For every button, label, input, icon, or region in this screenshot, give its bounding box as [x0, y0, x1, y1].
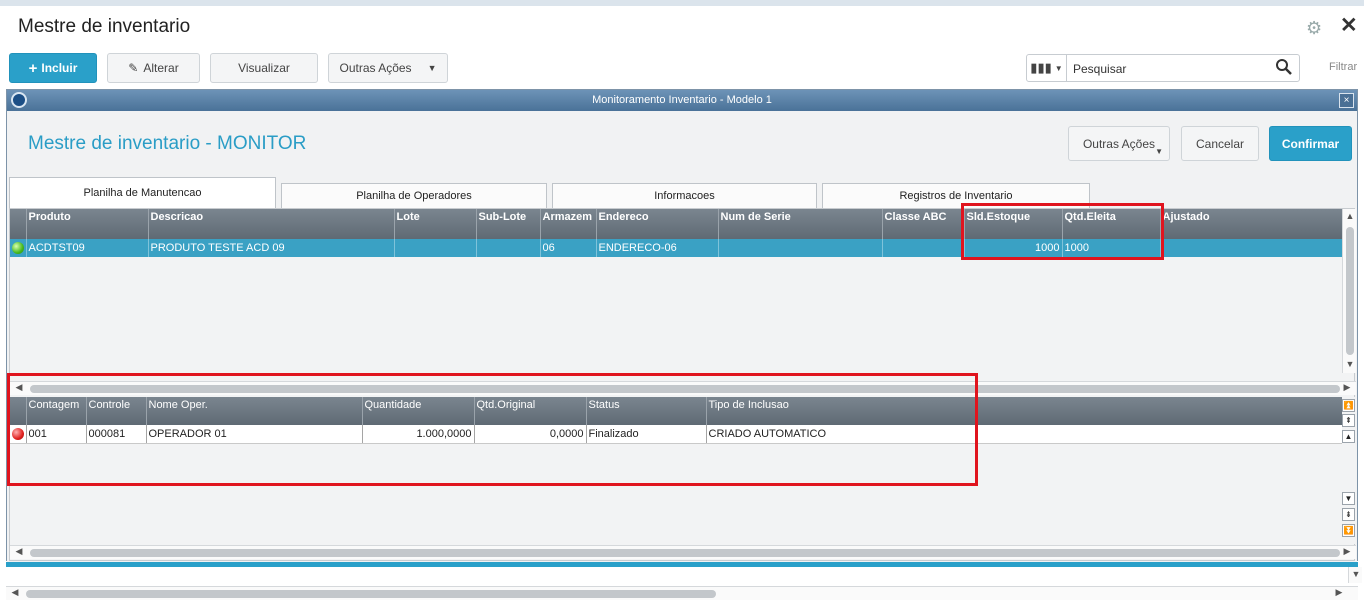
table-cell[interactable]	[476, 239, 541, 257]
incluir-button[interactable]: + Incluir	[9, 53, 97, 83]
scroll-down-icon[interactable]: ▼	[1349, 569, 1363, 579]
cancelar-label: Cancelar	[1195, 136, 1245, 151]
dialog-window-title: Monitoramento Inventario - Modelo 1	[592, 94, 772, 106]
visualizar-button[interactable]: Visualizar	[210, 53, 318, 83]
table-cell[interactable]	[718, 239, 883, 257]
pencil-icon: ✎	[128, 61, 139, 75]
scroll-left-icon[interactable]: ◀	[8, 587, 22, 598]
search-input[interactable]: ▮▮▮ ▼ Pesquisar	[1026, 54, 1300, 82]
dialog-body: Mestre de inventario - MONITOR Outras Aç…	[7, 111, 1357, 562]
tab-label: Registros de Inventario	[899, 190, 1013, 202]
table-cell[interactable]	[394, 239, 477, 257]
table-cell[interactable]	[1160, 239, 1343, 257]
table-cell[interactable]: PRODUTO TESTE ACD 09	[148, 239, 395, 257]
column-header[interactable]: Ajustado	[1160, 209, 1343, 239]
tab-planilha-operadores[interactable]: Planilha de Operadores	[281, 183, 547, 208]
gear-icon[interactable]: ⚙	[1306, 18, 1322, 39]
tab-label: Informacoes	[654, 190, 715, 202]
column-header[interactable]: Lote	[394, 209, 477, 239]
last-record-icon[interactable]: ⏬	[1342, 524, 1355, 537]
page-down-icon[interactable]: ⇟	[1342, 508, 1355, 521]
table-cell[interactable]: ENDERECO-06	[596, 239, 719, 257]
top-grid-vertical-scrollbar[interactable]: ▲ ▼	[1342, 209, 1356, 373]
column-header[interactable]: Armazem	[540, 209, 597, 239]
alterar-label: Alterar	[143, 61, 179, 75]
scroll-up-icon[interactable]: ▲	[1343, 211, 1357, 221]
first-record-icon[interactable]: ⏫	[1342, 399, 1355, 412]
table-cell[interactable]	[882, 239, 965, 257]
next-record-icon[interactable]: ▼	[1342, 492, 1355, 505]
columns-icon[interactable]: ▮▮▮ ▼	[1027, 55, 1067, 81]
scroll-right-icon[interactable]: ▶	[1340, 546, 1354, 557]
dialog-close-icon[interactable]: ×	[1339, 93, 1354, 108]
bottom-grid-horizontal-scrollbar[interactable]: ◀ ▶	[10, 545, 1356, 559]
column-header[interactable]: Endereco	[596, 209, 719, 239]
column-header[interactable]: Descricao	[148, 209, 395, 239]
scroll-thumb[interactable]	[1346, 227, 1354, 355]
green-status-icon	[12, 242, 24, 255]
dialog-titlebar: Monitoramento Inventario - Modelo 1 ×	[7, 90, 1357, 111]
cancelar-button[interactable]: Cancelar	[1181, 126, 1259, 161]
highlight-box-operators-grid	[7, 373, 978, 486]
tab-planilha-manutencao[interactable]: Planilha de Manutencao	[9, 177, 276, 208]
dialog-outras-acoes-button[interactable]: Outras Ações ▼	[1068, 126, 1170, 161]
app-logo-icon	[11, 92, 27, 108]
status-cell	[10, 239, 27, 257]
monitor-dialog: Monitoramento Inventario - Modelo 1 × Me…	[6, 89, 1358, 562]
table-cell[interactable]: 06	[540, 239, 597, 257]
column-status	[10, 209, 27, 239]
page-horizontal-scrollbar[interactable]: ◀ ▶	[6, 586, 1358, 600]
caret-down-icon: ▼	[1155, 147, 1163, 156]
tab-label: Planilha de Manutencao	[83, 187, 202, 199]
tab-label: Planilha de Operadores	[356, 190, 472, 202]
dialog-outras-acoes-label: Outras Ações	[1082, 136, 1156, 151]
scroll-down-icon[interactable]: ▼	[1343, 359, 1357, 369]
filtrar-link[interactable]: Filtrar	[1329, 61, 1357, 73]
scroll-left-icon[interactable]: ◀	[12, 546, 26, 557]
incluir-label: Incluir	[41, 61, 78, 75]
outras-acoes-button[interactable]: Outras Ações ▼	[328, 53, 448, 83]
tab-informacoes[interactable]: Informacoes	[552, 183, 817, 208]
accent-band	[6, 562, 1358, 567]
scroll-right-icon[interactable]: ▶	[1332, 587, 1346, 598]
confirmar-label: Confirmar	[1281, 136, 1340, 151]
page-vertical-scroll-tail[interactable]: ▼	[1348, 567, 1362, 583]
column-header[interactable]: Num de Serie	[718, 209, 883, 239]
visualizar-label: Visualizar	[238, 61, 290, 75]
table-cell[interactable]: ACDTST09	[26, 239, 149, 257]
bottom-grid-nav: ⏫ ⇞ ▲ ▼ ⇟ ⏬	[1342, 397, 1356, 544]
column-header[interactable]: Classe ABC	[882, 209, 965, 239]
close-icon[interactable]: ✕	[1340, 13, 1358, 38]
confirmar-button[interactable]: Confirmar	[1269, 126, 1352, 161]
scroll-thumb[interactable]	[26, 590, 716, 598]
column-header[interactable]: Produto	[26, 209, 149, 239]
search-placeholder: Pesquisar	[1073, 62, 1127, 76]
scroll-right-icon[interactable]: ▶	[1340, 382, 1354, 393]
search-icon[interactable]	[1275, 58, 1293, 76]
outras-acoes-label: Outras Ações	[339, 61, 412, 75]
page-up-icon[interactable]: ⇞	[1342, 414, 1355, 427]
column-header[interactable]: Sub-Lote	[476, 209, 541, 239]
highlight-box-stock-columns	[961, 203, 1164, 260]
alterar-button[interactable]: ✎ Alterar	[107, 53, 200, 83]
plus-icon: +	[28, 59, 38, 77]
scroll-thumb[interactable]	[30, 549, 1340, 557]
page-title: Mestre de inventario	[18, 16, 191, 37]
caret-down-icon: ▼	[427, 63, 437, 73]
top-strip	[0, 0, 1364, 6]
previous-record-icon[interactable]: ▲	[1342, 430, 1355, 443]
monitor-heading: Mestre de inventario - MONITOR	[28, 133, 307, 154]
